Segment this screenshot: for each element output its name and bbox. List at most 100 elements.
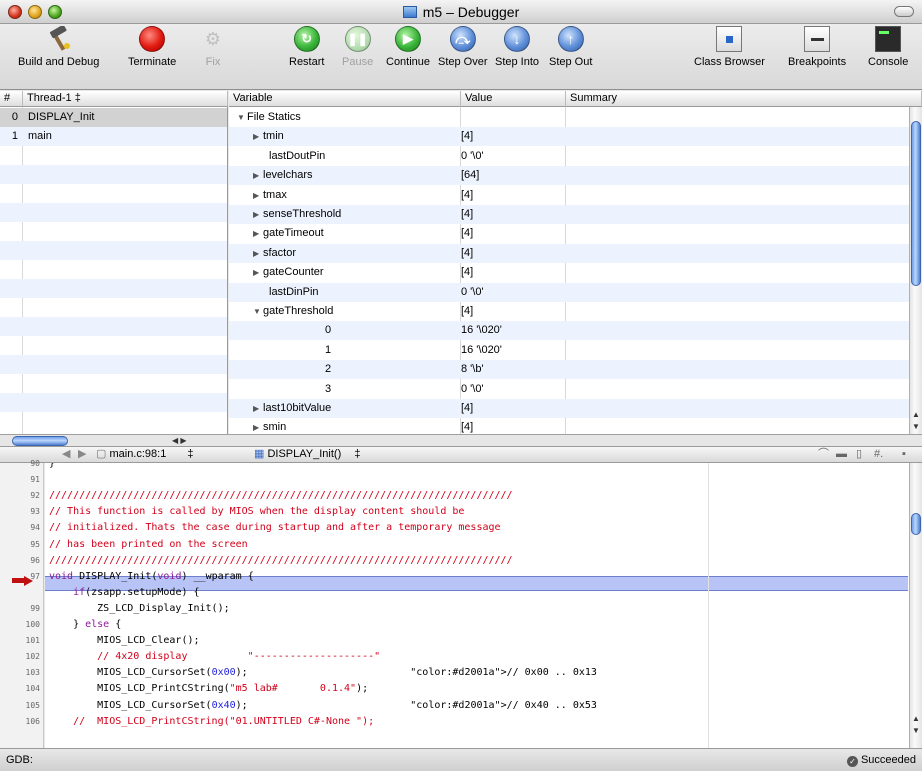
file-popup[interactable]: ▢ main.c:98:1 ‡ [96,447,194,462]
scroll-up-arrow-icon[interactable]: ▲ [911,409,921,421]
step-out-button[interactable]: ↑ Step Out [549,26,592,68]
disclosure-closed-icon[interactable]: ▶ [253,399,263,418]
restart-button[interactable]: ↻ Restart [289,26,324,68]
counterpart-icon[interactable]: ▯ [856,447,862,462]
variable-row[interactable]: ▶ levelchars [64] [229,166,909,186]
variables-scroll-thumb[interactable] [911,121,921,286]
split-editor-icon[interactable]: ▪ [902,447,906,462]
includes-icon[interactable]: #. [874,447,883,462]
stack-frame-row[interactable]: 1 main [0,127,227,146]
variable-row[interactable]: ▶ senseThreshold [4] [229,205,909,224]
variable-value[interactable]: 8 '\b' [461,360,484,379]
breakpoints-icon [804,26,831,52]
horizontal-scroll-arrows-icon[interactable]: ◀ ▶ [172,435,187,446]
variable-name: levelchars [263,169,313,182]
variable-value[interactable]: 16 '\020' [461,341,502,360]
summary-column-header[interactable]: Summary [566,91,922,107]
variables-pane: Variable Value Summary ▼ File Statics ▶ tmi… [229,91,922,434]
disclosure-closed-icon[interactable]: ▶ [253,166,263,185]
variable-value[interactable]: [4] [461,399,473,418]
pane-splitter[interactable]: ◀ ▶ [0,434,922,446]
forward-arrow-icon[interactable]: ▶ [78,447,86,462]
disclosure-closed-icon[interactable]: ▶ [253,224,263,243]
disclosure-closed-icon[interactable]: ▶ [253,244,263,263]
back-arrow-icon[interactable]: ◀ [62,447,70,462]
variable-row[interactable]: ▶ last10bitValue [4] [229,399,909,418]
variable-value[interactable]: [4] [461,205,473,224]
editor-scrollbar[interactable]: ▲ ▼ [909,463,922,748]
value-column-header[interactable]: Value [461,91,566,107]
class-browser-button[interactable]: Class Browser [694,26,765,68]
disclosure-closed-icon[interactable]: ▶ [253,263,263,282]
breakpoint-popup-icon[interactable]: ▬ [836,447,847,462]
empty-row [0,165,227,184]
variable-value[interactable]: [64] [461,166,479,185]
variable-row[interactable]: 0 16 '\020' [229,321,909,341]
disclosure-closed-icon[interactable]: ▶ [253,418,263,434]
variable-value[interactable]: [4] [461,263,473,282]
variable-value[interactable]: 16 '\020' [461,321,502,340]
scroll-down-arrow-icon[interactable]: ▼ [911,421,921,433]
variable-name: gateCounter [263,266,324,279]
variable-value[interactable]: [4] [461,127,473,146]
stack-frame-row[interactable]: 0 DISPLAY_Init [0,108,227,127]
variable-row[interactable]: lastDinPin 0 '\0' [229,282,909,302]
step-into-icon: ↓ [504,26,531,52]
program-counter-arrow-icon[interactable] [12,576,34,586]
variables-scrollbar[interactable]: ▲ ▼ [909,107,922,434]
step-over-button[interactable]: ⤼ Step Over [438,26,488,68]
variable-row[interactable]: ▶ sfactor [4] [229,243,909,263]
toolbar-toggle-button[interactable] [894,6,914,17]
disclosure-closed-icon[interactable]: ▶ [253,186,263,205]
breakpoints-button[interactable]: Breakpoints [788,26,846,68]
variable-row[interactable]: ▶ smin [4] [229,418,909,434]
variable-value[interactable]: 0 '\0' [461,380,484,399]
checkmark-icon: ✓ [846,756,858,767]
variable-row[interactable]: ▶ gateTimeout [4] [229,224,909,243]
fix-button[interactable]: ⚙ Fix [200,26,226,68]
scroll-down-arrow-icon[interactable]: ▼ [911,725,921,737]
bookmarks-icon[interactable]: ⌒ [818,447,829,462]
thread-selector[interactable]: Thread-1 ‡ [23,91,228,107]
variable-row[interactable]: ▶ tmin [4] [229,127,909,147]
step-into-button[interactable]: ↓ Step Into [495,26,539,68]
variable-value[interactable]: 0 '\0' [461,147,484,166]
pause-button[interactable]: ❚❚ Pause [342,26,373,68]
variable-value[interactable]: [4] [461,224,473,243]
disclosure-open-icon[interactable]: ▼ [253,302,263,321]
build-and-debug-button[interactable]: Build and Debug [18,24,99,68]
variable-row[interactable]: lastDoutPin 0 '\0' [229,147,909,166]
variable-row[interactable]: ▼ gateThreshold [4] [229,302,909,321]
empty-row [0,279,227,298]
code-line: // This function is called by MIOS when … [49,506,465,518]
line-number-gutter[interactable]: 90 91 92 93 94 95 96 97 99 100 101 102 103 104 105 106 [0,459,44,748]
code-line: ZS_LCD_Display_Init(); [49,602,230,614]
variable-value[interactable]: 0 '\0' [461,283,484,302]
variable-row[interactable]: 2 8 '\b' [229,360,909,380]
variable-row[interactable]: 3 0 '\0' [229,380,909,399]
frame-number-header[interactable]: # [0,91,23,107]
disclosure-closed-icon[interactable]: ▶ [253,205,263,224]
line-number: 105 [25,700,40,710]
variable-row[interactable]: ▼ File Statics [229,108,909,127]
editor-nav-bar: ◀ ▶ ▢ main.c:98:1 ‡ ▦ DISPLAY_Init() ‡ ⌒… [0,446,922,463]
variable-column-header[interactable]: Variable [229,91,461,107]
function-popup[interactable]: ▦ DISPLAY_Init() ‡ [254,447,360,462]
disclosure-open-icon[interactable]: ▼ [237,108,247,127]
line-number: 106 [25,716,40,726]
source-editor[interactable]: } ///////////////////////////////////////… [45,463,922,748]
terminate-button[interactable]: Terminate [128,26,176,68]
editor-scroll-thumb[interactable] [911,513,921,535]
variable-row[interactable]: ▶ tmax [4] [229,186,909,205]
variable-row[interactable]: 1 16 '\020' [229,341,909,360]
variable-value[interactable]: [4] [461,418,473,434]
continue-button[interactable]: ▶ Continue [386,26,430,68]
scroll-up-arrow-icon[interactable]: ▲ [911,713,921,725]
variable-row[interactable]: ▶ gateCounter [4] [229,263,909,282]
disclosure-closed-icon[interactable]: ▶ [253,127,263,146]
variable-value[interactable]: [4] [461,244,473,263]
horizontal-scroll-thumb[interactable] [12,436,68,446]
variable-value[interactable]: [4] [461,186,473,205]
variable-value[interactable]: [4] [461,302,473,321]
console-button[interactable]: Console [868,26,908,68]
